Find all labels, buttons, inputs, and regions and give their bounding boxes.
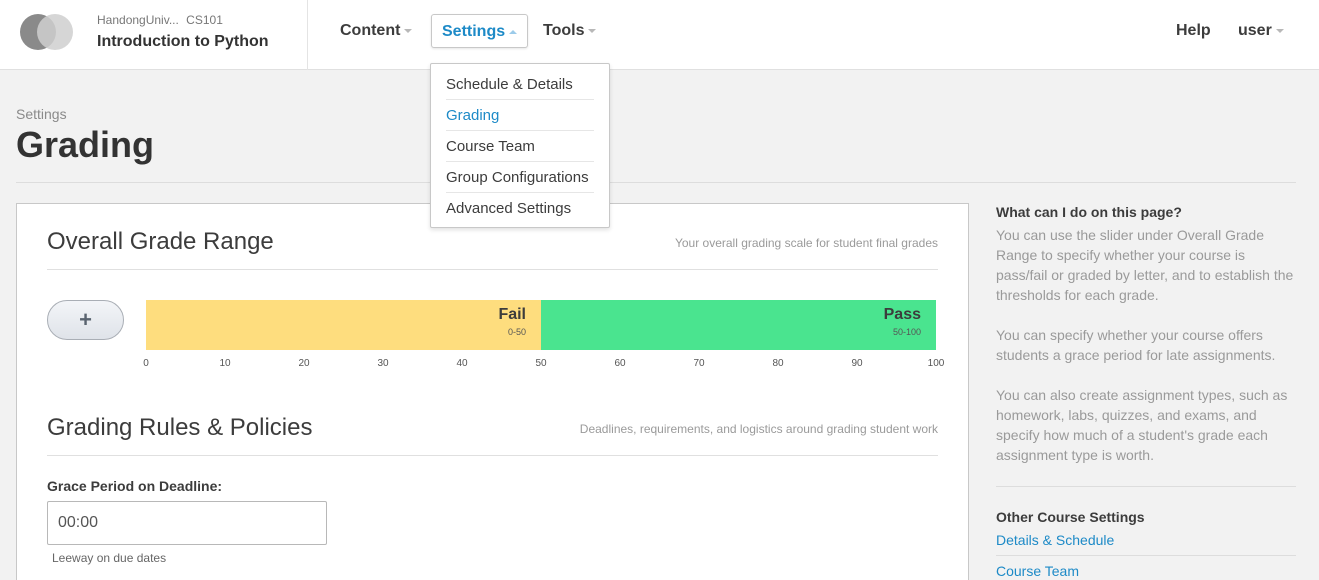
sidebar-paragraph: You can also create assignment types, su…: [996, 387, 1288, 463]
axis-tick: 20: [298, 358, 310, 369]
logo[interactable]: [20, 14, 74, 50]
sidebar-divider: [996, 555, 1296, 556]
axis-tick: 100: [927, 358, 945, 369]
nav-help[interactable]: Help: [1166, 14, 1221, 48]
course-org-line: HandongUniv... CS101: [97, 13, 227, 27]
axis-tick: 90: [851, 358, 863, 369]
nav-tools-label: Tools: [543, 22, 585, 39]
menu-item-grading[interactable]: Grading: [446, 100, 594, 131]
menu-item-advanced-settings[interactable]: Advanced Settings: [446, 193, 594, 224]
course-header: HandongUniv... CS101 Introduction to Pyt…: [0, 0, 1319, 70]
grace-period-input[interactable]: [47, 501, 327, 545]
nav-tools[interactable]: Tools: [533, 14, 606, 48]
grade-segment-name: Pass: [883, 306, 921, 323]
grade-segment-pass[interactable]: Pass 50-100: [541, 300, 936, 350]
link-course-team[interactable]: Course Team: [996, 561, 1296, 580]
chevron-down-icon: [1275, 28, 1284, 33]
logo-circle-light: [37, 14, 73, 50]
axis-tick: 40: [456, 358, 468, 369]
axis-tick: 70: [693, 358, 705, 369]
breadcrumb: Settings: [16, 106, 67, 122]
sidebar-paragraph: You can use the slider under Overall Gra…: [996, 227, 1294, 303]
settings-dropdown: Schedule & Details Grading Course Team G…: [430, 63, 610, 228]
grade-scale-axis: 0 10 20 30 40 50 60 70 80 90 100: [143, 358, 944, 372]
grade-segment-name: Fail: [498, 306, 526, 323]
menu-item-group-configurations[interactable]: Group Configurations: [446, 162, 594, 193]
chevron-up-icon: [509, 29, 518, 34]
axis-tick: 10: [219, 358, 231, 369]
menu-item-course-team[interactable]: Course Team: [446, 131, 594, 162]
axis-tick: 80: [772, 358, 784, 369]
grace-period-tip: Leeway on due dates: [52, 551, 167, 565]
axis-tick: 50: [535, 358, 547, 369]
nav-user[interactable]: user: [1228, 14, 1294, 48]
grading-rules-title: Grading Rules & Policies: [47, 414, 313, 441]
axis-tick: 0: [143, 358, 149, 369]
grading-rules-subtitle: Deadlines, requirements, and logistics a…: [579, 422, 938, 436]
grade-segment-range: 50-100: [892, 327, 921, 337]
section-divider: [47, 455, 938, 456]
course-org: HandongUniv...: [97, 13, 179, 27]
help-sidebar: What can I do on this page? You can use …: [996, 204, 1296, 580]
nav-settings[interactable]: Settings: [431, 14, 529, 48]
page-title: Grading: [16, 124, 155, 165]
add-grade-button[interactable]: +: [47, 300, 124, 340]
nav-user-label: user: [1238, 22, 1272, 39]
grade-range-title: Overall Grade Range: [47, 228, 274, 255]
grade-range-subtitle: Your overall grading scale for student f…: [674, 236, 938, 250]
title-divider: [16, 182, 1296, 183]
chevron-down-icon: [404, 28, 413, 33]
grace-period-label: Grace Period on Deadline:: [47, 478, 223, 494]
grade-segment-fail[interactable]: Fail 0-50: [146, 300, 541, 350]
course-title[interactable]: Introduction to Python: [97, 33, 269, 51]
nav-content-label: Content: [340, 22, 401, 39]
sidebar-heading: What can I do on this page?: [996, 204, 1182, 220]
link-details-schedule[interactable]: Details & Schedule: [996, 530, 1296, 550]
header-divider: [307, 0, 308, 70]
chevron-down-icon: [588, 28, 597, 33]
sidebar-paragraph: You can specify whether your course offe…: [996, 327, 1276, 363]
grade-segment-range: 0-50: [507, 327, 526, 337]
course-number: CS101: [186, 13, 223, 27]
axis-tick: 30: [377, 358, 389, 369]
menu-item-schedule-details[interactable]: Schedule & Details: [446, 69, 594, 100]
grade-range-slider[interactable]: Fail 0-50 Pass 50-100: [146, 300, 936, 350]
sidebar-divider: [996, 486, 1296, 487]
other-settings-heading: Other Course Settings: [996, 509, 1145, 525]
axis-tick: 60: [614, 358, 626, 369]
nav-content[interactable]: Content: [330, 14, 422, 48]
nav-settings-label: Settings: [442, 23, 506, 40]
section-divider: [47, 269, 938, 270]
grading-card: Overall Grade Range Your overall grading…: [16, 203, 969, 580]
